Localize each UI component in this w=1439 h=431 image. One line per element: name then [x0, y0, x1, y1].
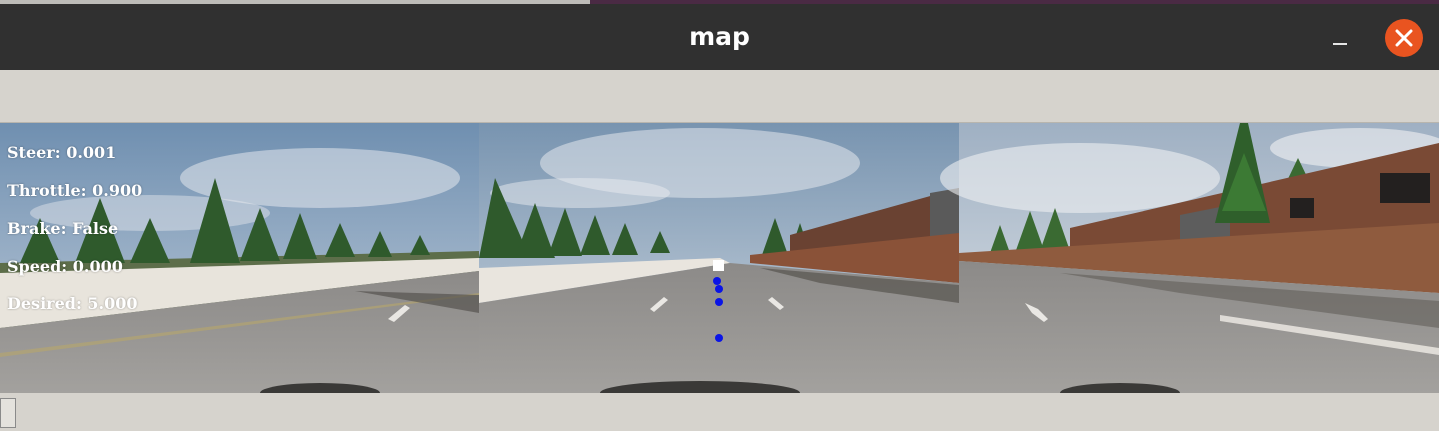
waypoint-dot	[715, 285, 723, 293]
speed-readout: Speed: 0.000	[7, 257, 123, 276]
right-camera-feed	[940, 123, 1439, 393]
steer-readout: Steer: 0.001	[7, 143, 117, 162]
desired-speed-readout: Desired: 5.000	[7, 294, 138, 313]
window-title: map	[689, 22, 750, 51]
close-icon	[1395, 29, 1413, 47]
status-bar	[0, 393, 1439, 431]
window-titlebar[interactable]: map	[0, 4, 1439, 70]
toolbar-area	[0, 72, 1439, 123]
minimize-button[interactable]	[1322, 24, 1358, 60]
center-camera-feed	[479, 123, 959, 393]
brake-readout: Brake: False	[7, 219, 119, 238]
status-indicator	[0, 398, 16, 428]
close-button[interactable]	[1385, 19, 1423, 57]
throttle-readout: Throttle: 0.900	[7, 181, 143, 200]
camera-feeds	[0, 123, 1439, 393]
waypoint-dot	[715, 298, 723, 306]
minimize-icon	[1333, 43, 1347, 45]
target-marker	[713, 260, 724, 271]
camera-view: Steer: 0.001 Throttle: 0.900 Brake: Fals…	[0, 123, 1439, 393]
waypoint-dot	[715, 334, 723, 342]
waypoint-dot	[713, 277, 721, 285]
